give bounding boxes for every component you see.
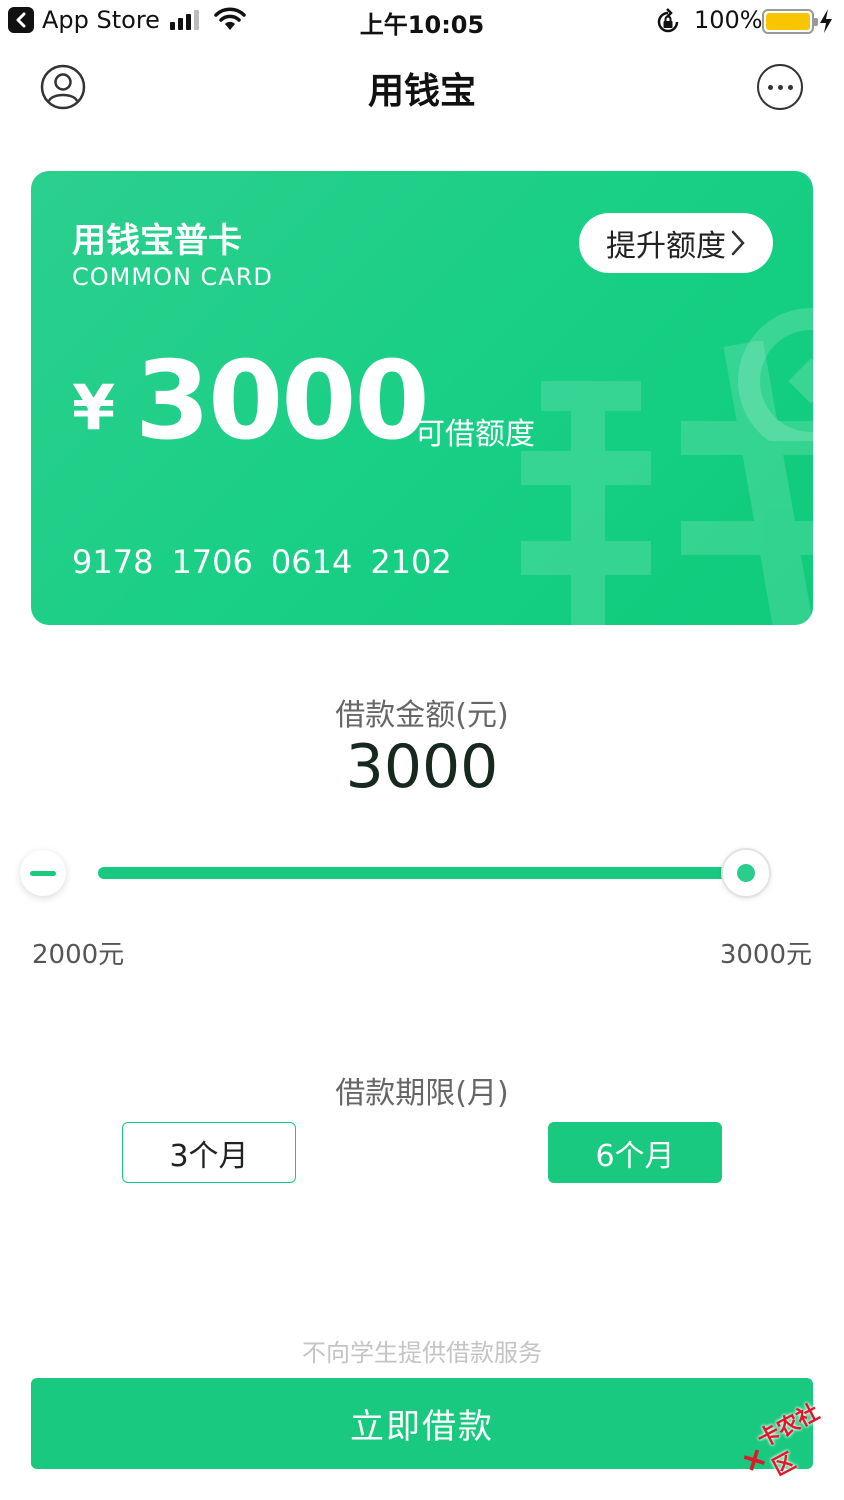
amount-slider-track[interactable]	[98, 867, 746, 879]
rotation-lock-icon	[654, 8, 682, 40]
amount-slider-fill	[98, 867, 746, 879]
battery-icon	[762, 9, 818, 34]
loan-amount-value: 3000	[345, 732, 499, 802]
raise-limit-label: 提升额度	[606, 229, 726, 264]
slider-max-label: 3000元	[719, 940, 812, 970]
credit-card: 用钱宝普卡 COMMON CARD 提升额度 ¥ 3000 可借额度 9178 …	[31, 171, 813, 625]
term-option-3-months[interactable]: 3个月	[122, 1122, 296, 1183]
card-number-group: 1706	[171, 543, 253, 581]
page-title: 用钱宝	[367, 71, 476, 112]
loan-amount-label: 借款金额(元)	[335, 698, 509, 733]
card-amount-label: 可借额度	[415, 417, 535, 452]
decrease-amount-button[interactable]	[20, 850, 66, 896]
chevron-right-icon	[731, 230, 745, 256]
raise-limit-button[interactable]: 提升额度	[579, 213, 773, 273]
amount-slider-thumb[interactable]	[721, 848, 771, 898]
battery-percent: 100%	[694, 6, 763, 34]
borrow-now-button[interactable]: 立即借款	[31, 1378, 813, 1469]
status-bar: App Store 上午10:05 100%	[0, 0, 844, 44]
nav-bar: 用钱宝	[0, 44, 844, 128]
card-number-group: 9178	[72, 543, 154, 581]
card-currency: ¥	[72, 371, 116, 444]
term-option-6-months[interactable]: 6个月	[548, 1122, 722, 1183]
more-icon[interactable]	[757, 64, 803, 110]
loan-term-label: 借款期限(月)	[335, 1076, 509, 1111]
coin-icon	[738, 308, 813, 441]
minus-icon	[30, 870, 56, 876]
card-number-group: 2102	[370, 543, 452, 581]
card-amount: 3000	[135, 339, 430, 464]
charging-bolt-icon	[818, 8, 834, 38]
card-number: 9178 1706 0614 2102	[72, 543, 452, 581]
student-notice: 不向学生提供借款服务	[302, 1339, 542, 1367]
watermark-logo-icon	[743, 1449, 765, 1471]
slider-min-label: 2000元	[32, 940, 125, 970]
card-number-group: 0614	[270, 543, 353, 581]
card-title: 用钱宝普卡	[72, 221, 242, 261]
card-subtitle: COMMON CARD	[72, 263, 273, 291]
